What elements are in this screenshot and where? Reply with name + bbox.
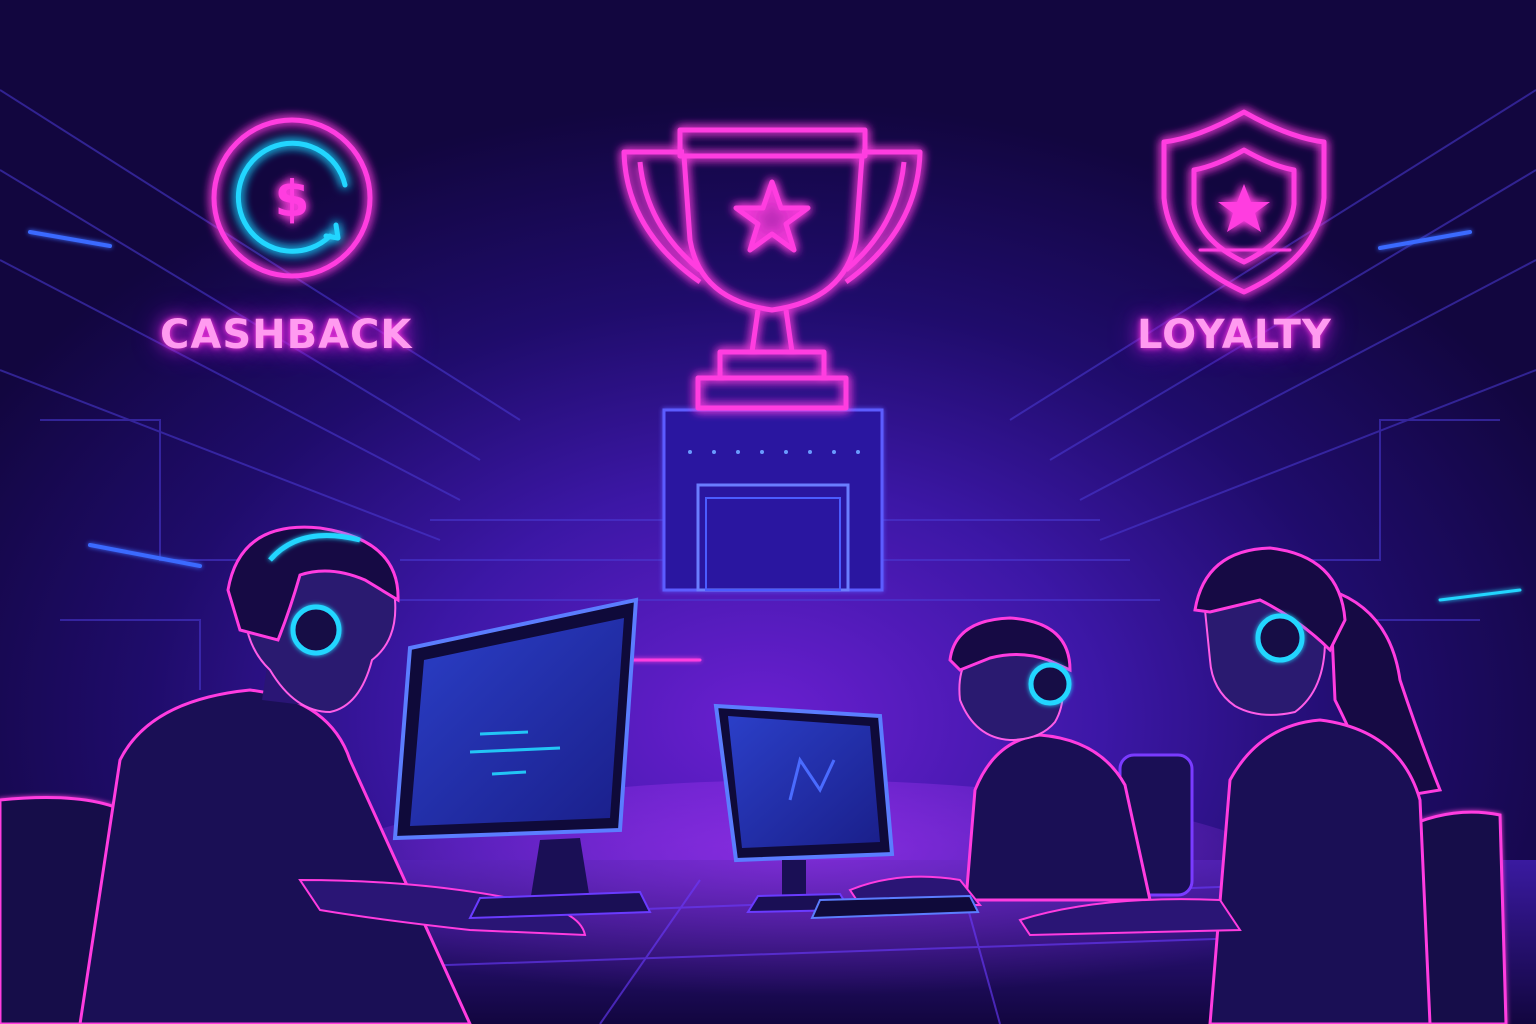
headphone-earcup bbox=[1255, 613, 1305, 663]
svg-text:$: $ bbox=[275, 170, 310, 228]
loyalty-label: LOYALTY bbox=[1137, 312, 1332, 358]
cashback-dollar-cycle-icon: $ bbox=[211, 117, 373, 279]
headphone-earcup bbox=[1028, 662, 1072, 706]
cashback-label: CASHBACK bbox=[160, 312, 413, 358]
headphone-earcup bbox=[290, 604, 342, 656]
shield-star-icon bbox=[1161, 109, 1327, 295]
scene-illustration: $ bbox=[0, 89, 1536, 1024]
trophy-star-icon bbox=[621, 127, 923, 411]
trophy-pedestal bbox=[662, 408, 884, 592]
neon-gaming-scene: $ CASHBACK LOYALTY bbox=[0, 0, 1536, 1024]
